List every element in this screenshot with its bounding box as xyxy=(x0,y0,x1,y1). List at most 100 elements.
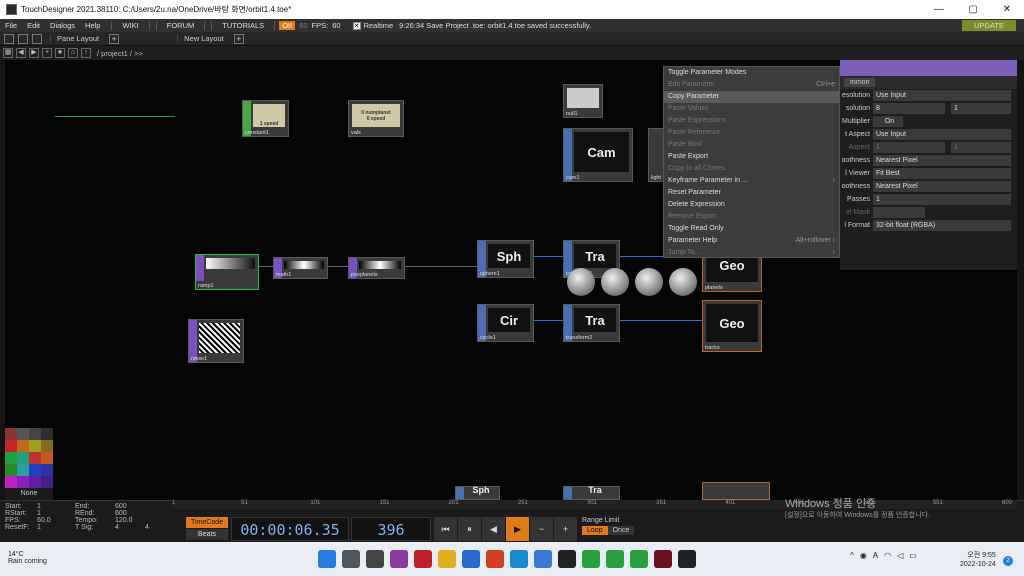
param-value[interactable]: Use Input xyxy=(873,90,1011,101)
mail-icon[interactable] xyxy=(462,550,480,568)
time-ruler[interactable]: 1 51 101 151 201 251 301 351 401 451 501 551 600 xyxy=(172,500,1017,509)
task-view-icon[interactable] xyxy=(366,550,384,568)
start-icon[interactable] xyxy=(318,550,336,568)
timecode-display[interactable]: 00:00:06.35 xyxy=(231,517,349,541)
param-toggle[interactable]: On xyxy=(873,116,903,127)
node-flags[interactable] xyxy=(564,487,572,499)
menu-edit[interactable]: Edit xyxy=(22,21,45,30)
vals-node[interactable]: 0 numplanet 0 speed vals xyxy=(348,100,404,137)
noise-node[interactable]: noise1 xyxy=(188,319,244,363)
clock[interactable]: 오전 9:55 2022-10-24 xyxy=(960,551,996,569)
add-op-icon[interactable]: + xyxy=(42,48,52,58)
rstart-value[interactable]: 1 xyxy=(37,510,75,517)
minimize-icon[interactable]: — xyxy=(922,0,956,19)
param-value[interactable]: 1 xyxy=(873,142,945,153)
color-swatch[interactable] xyxy=(5,464,17,476)
context-menu-item[interactable]: Remove Export xyxy=(664,211,839,223)
weather-widget[interactable]: 14°C Rain coming xyxy=(8,551,47,565)
color-swatch[interactable] xyxy=(41,452,53,464)
bookmark-icon[interactable]: ★ xyxy=(55,48,65,58)
chrome-icon[interactable] xyxy=(582,550,600,568)
color-swatch[interactable] xyxy=(29,464,41,476)
param-value[interactable]: Fit Best xyxy=(873,168,1011,179)
param-value[interactable]: 1 xyxy=(873,194,1011,205)
color-swatch[interactable] xyxy=(5,440,17,452)
color-swatch[interactable] xyxy=(5,428,17,440)
tab-common[interactable]: mmon xyxy=(844,78,876,87)
pane-menu-icon[interactable]: ▦ xyxy=(3,48,13,58)
node-flags[interactable] xyxy=(456,487,464,499)
start-value[interactable]: 1 xyxy=(37,503,75,510)
color-swatch[interactable] xyxy=(17,452,29,464)
frame-display[interactable]: 396 xyxy=(351,517,431,541)
indesign-icon[interactable] xyxy=(654,550,672,568)
context-menu-item[interactable]: Parameter Help Alt+rollover › xyxy=(664,235,839,247)
param-value[interactable]: 8 xyxy=(873,103,945,114)
loop-button[interactable]: Loop xyxy=(582,526,608,535)
param-value[interactable]: Nearest Pixel xyxy=(873,181,1011,192)
param-value[interactable]: Use Input xyxy=(873,129,1011,140)
context-menu-item[interactable]: Paste Bind xyxy=(664,139,839,151)
context-menu-item[interactable]: Jump To... › xyxy=(664,247,839,259)
once-button[interactable]: Once xyxy=(607,526,635,535)
forum-link[interactable]: FORUM xyxy=(155,21,206,30)
add-pane-icon[interactable]: + xyxy=(109,33,120,44)
color-swatch[interactable] xyxy=(5,476,17,488)
teams-icon[interactable] xyxy=(390,550,408,568)
step-back-button[interactable]: − xyxy=(530,517,553,541)
close-icon[interactable]: ✕ xyxy=(990,0,1024,19)
geo-node-lower[interactable] xyxy=(702,482,770,500)
battery-icon[interactable]: ▭ xyxy=(909,551,917,560)
add-layout-icon[interactable]: + xyxy=(233,33,244,44)
param-value[interactable]: Nearest Pixel xyxy=(873,155,1011,166)
netflix-icon[interactable] xyxy=(414,550,432,568)
notion-icon[interactable] xyxy=(558,550,576,568)
input-method-icon[interactable]: A xyxy=(873,551,878,560)
split-pane-icon[interactable] xyxy=(4,33,14,44)
color-swatch[interactable] xyxy=(29,440,41,452)
context-menu-item[interactable]: Toggle Read Only xyxy=(664,223,839,235)
rewind-button[interactable]: ⏮ xyxy=(434,517,457,541)
edge-icon[interactable] xyxy=(510,550,528,568)
param-value-2[interactable]: 1 xyxy=(951,142,1011,153)
menu-help[interactable]: Help xyxy=(80,21,105,30)
cam-node[interactable]: Cam cam1 xyxy=(563,128,633,182)
chrome-profile-icon[interactable] xyxy=(606,550,624,568)
chrome-profile-2-icon[interactable] xyxy=(630,550,648,568)
end-value[interactable]: 600 xyxy=(115,503,145,510)
split-pane-vertical-icon[interactable] xyxy=(18,33,28,44)
wiki-link[interactable]: WIKI xyxy=(111,21,150,30)
realtime-checkbox[interactable]: ✕ xyxy=(352,21,361,30)
play-reverse-button[interactable]: ◀ xyxy=(482,517,505,541)
color-swatch[interactable] xyxy=(41,440,53,452)
fps-value[interactable]: 60.0 xyxy=(37,517,75,524)
wifi-icon[interactable]: ◠ xyxy=(884,551,891,560)
office-icon[interactable] xyxy=(486,550,504,568)
color-swatch[interactable] xyxy=(29,428,41,440)
chevron-up-icon[interactable]: ^ xyxy=(850,551,854,560)
sphere-node-lower[interactable]: Sph xyxy=(455,485,500,500)
constant-node[interactable]: 1 speed constant1 xyxy=(242,100,289,137)
none-swatch[interactable]: None xyxy=(5,490,53,497)
context-menu-item[interactable]: Paste Values xyxy=(664,103,839,115)
network-path[interactable]: / project1 / >> xyxy=(97,49,143,58)
transform2-node[interactable]: Tra transform2 xyxy=(563,304,620,342)
context-menu-item[interactable]: Keyframe Parameter in ... › xyxy=(664,175,839,187)
tutorials-link[interactable]: TUTORIALS xyxy=(211,21,276,30)
volume-icon[interactable]: ◁ xyxy=(897,551,903,560)
back-icon[interactable]: ◀ xyxy=(16,48,26,58)
sphere-node[interactable]: Sph sphere1 xyxy=(477,240,534,278)
color-swatch[interactable] xyxy=(17,428,29,440)
store-icon[interactable] xyxy=(534,550,552,568)
context-menu-item[interactable]: Reset Parameter xyxy=(664,187,839,199)
play-button[interactable]: ▶ xyxy=(506,517,529,541)
context-menu-item[interactable]: Paste Expressions xyxy=(664,115,839,127)
network-tray-icon[interactable]: ◉ xyxy=(860,551,867,560)
context-menu-item[interactable]: Paste Reference xyxy=(664,127,839,139)
forward-icon[interactable]: ▶ xyxy=(29,48,39,58)
beats-button[interactable]: Beats xyxy=(186,529,228,540)
pane-layout-label[interactable]: Pane Layout xyxy=(50,34,105,43)
home-icon[interactable]: ⌂ xyxy=(68,48,78,58)
color-swatch[interactable] xyxy=(17,476,29,488)
pane-close-icon[interactable] xyxy=(32,33,42,44)
